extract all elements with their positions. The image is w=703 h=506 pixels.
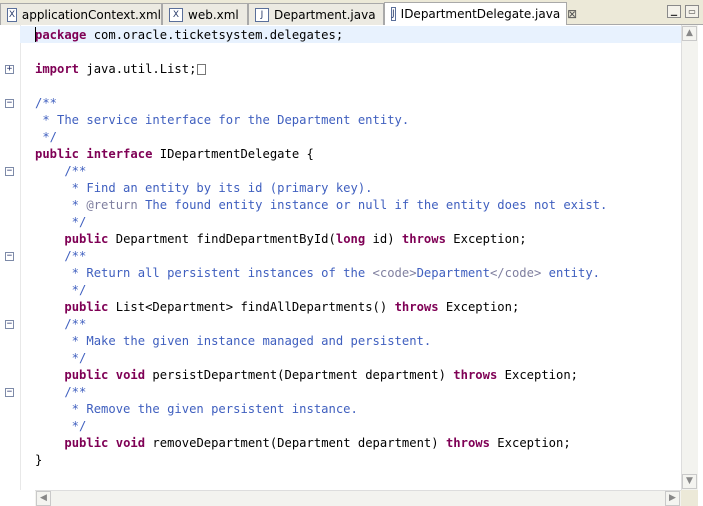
javadoc-line: /** — [35, 385, 87, 399]
scroll-right-icon[interactable]: ▶ — [665, 491, 680, 506]
xml-file-icon: X — [169, 7, 183, 22]
scroll-left-icon[interactable]: ◀ — [36, 491, 51, 506]
javadoc-line: * Remove the given persistent instance. — [35, 402, 358, 416]
keyword: void — [115, 436, 146, 450]
tab-label: IDepartmentDelegate.java — [400, 7, 561, 21]
maximize-icon[interactable]: ▭ — [685, 5, 699, 18]
editor-tab-bar: X applicationContext.xml X web.xml J Dep… — [0, 0, 703, 25]
code-line: package com.oracle.ticketsystem.delegate… — [35, 27, 343, 44]
javadoc-line: /** — [35, 249, 87, 263]
xml-file-icon: X — [7, 7, 17, 22]
javadoc-line: * Return all persistent instances of the… — [35, 265, 600, 282]
code-area[interactable]: package com.oracle.ticketsystem.delegate… — [20, 25, 681, 490]
javadoc-line: */ — [35, 419, 87, 433]
code-text: removeDepartment(Department department) — [145, 436, 446, 450]
scroll-up-icon[interactable]: ▲ — [682, 26, 697, 41]
javadoc-line: * Find an entity by its id (primary key)… — [35, 181, 373, 195]
code-text: List<Department> findAllDepartments() — [108, 300, 395, 314]
code-text: Exception; — [497, 368, 579, 382]
keyword: package — [35, 28, 87, 42]
javadoc-text: * Return all persistent instances of the — [35, 266, 373, 280]
tab-label: applicationContext.xml — [21, 7, 161, 22]
keyword: public — [64, 300, 109, 314]
code-line: } — [35, 453, 43, 467]
keyword: public — [64, 436, 109, 450]
code-text: persistDepartment(Department department) — [145, 368, 454, 382]
javadoc-text: entity. — [541, 266, 601, 280]
fold-collapse-icon[interactable]: − — [5, 320, 14, 329]
keyword: interface — [86, 147, 153, 161]
code-text: com.oracle.ticketsystem.delegates; — [86, 28, 344, 42]
javadoc-tag: </code> — [489, 266, 542, 280]
javadoc-line: */ — [35, 351, 87, 365]
close-tab-icon[interactable]: ⊠ — [567, 7, 577, 21]
code-line: public void removeDepartment(Department … — [35, 435, 571, 452]
keyword: public — [64, 232, 109, 246]
code-line: public interface IDepartmentDelegate { — [35, 146, 314, 163]
scrollbar-corner — [681, 490, 698, 506]
javadoc-line: */ — [35, 283, 87, 297]
text-cursor — [35, 27, 36, 42]
keyword: throws — [445, 436, 490, 450]
keyword: void — [115, 368, 146, 382]
javadoc-text: The found entity instance or null if the… — [137, 198, 608, 212]
fold-collapse-icon[interactable]: − — [5, 99, 14, 108]
fold-collapse-icon[interactable]: − — [5, 252, 14, 261]
javadoc-line: /** — [35, 96, 58, 110]
javadoc-line: * Make the given instance managed and pe… — [35, 334, 432, 348]
code-line: public List<Department> findAllDepartmen… — [35, 299, 519, 316]
scroll-down-icon[interactable]: ▼ — [682, 474, 697, 489]
keyword: import — [35, 62, 80, 76]
javadoc-line: * @return The found entity instance or n… — [35, 197, 608, 214]
tab-applicationcontext-xml[interactable]: X applicationContext.xml — [0, 3, 162, 25]
keyword: throws — [401, 232, 446, 246]
javadoc-tag: <code> — [372, 266, 417, 280]
fold-collapse-icon[interactable]: − — [5, 388, 14, 397]
tab-web-xml[interactable]: X web.xml — [162, 3, 248, 25]
java-file-icon: J — [391, 7, 396, 21]
javadoc-line: /** — [35, 317, 87, 331]
code-text: Exception; — [489, 436, 571, 450]
vertical-scrollbar[interactable]: ▲ ▼ — [681, 25, 698, 490]
tab-label: Department.java — [274, 7, 376, 22]
javadoc-tag: @return — [86, 198, 138, 212]
horizontal-scrollbar[interactable]: ◀ ▶ — [35, 490, 681, 506]
java-file-icon: J — [255, 7, 269, 22]
view-window-buttons: ▁ ▭ — [667, 5, 699, 18]
java-editor[interactable]: + − − − − − package com.oracle.ticketsys… — [0, 25, 703, 506]
javadoc-line: */ — [35, 215, 87, 229]
tab-idepartmentdelegate-java[interactable]: J IDepartmentDelegate.java ⊠ — [384, 2, 577, 25]
tab-label: web.xml — [188, 7, 239, 22]
keyword: long — [335, 232, 366, 246]
keyword: public — [64, 368, 109, 382]
code-line: import java.util.List; — [35, 61, 207, 78]
code-text: Exception; — [438, 300, 520, 314]
tab-department-java[interactable]: J Department.java — [248, 3, 384, 25]
javadoc-text: * — [35, 198, 87, 212]
code-text: java.util.List; — [79, 62, 197, 76]
code-line: public Department findDepartmentById(lon… — [35, 231, 527, 248]
code-text: Department findDepartmentById( — [108, 232, 336, 246]
code-text: IDepartmentDelegate { — [152, 147, 314, 161]
keyword: throws — [394, 300, 439, 314]
minimize-icon[interactable]: ▁ — [667, 5, 681, 18]
fold-expand-icon[interactable]: + — [5, 65, 14, 74]
code-line: public void persistDepartment(Department… — [35, 367, 578, 384]
code-text: Exception; — [445, 232, 527, 246]
folded-code-ellipsis[interactable] — [197, 64, 207, 75]
keyword: public — [35, 147, 80, 161]
javadoc-line: */ — [35, 130, 58, 144]
code-text: id) — [365, 232, 402, 246]
javadoc-text: Department — [416, 266, 490, 280]
keyword: throws — [453, 368, 498, 382]
javadoc-line: * The service interface for the Departme… — [35, 113, 410, 127]
fold-collapse-icon[interactable]: − — [5, 167, 14, 176]
javadoc-line: /** — [35, 164, 87, 178]
